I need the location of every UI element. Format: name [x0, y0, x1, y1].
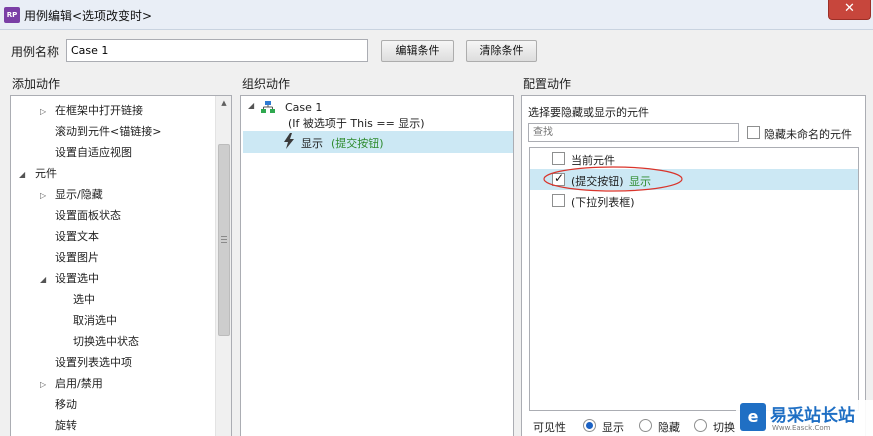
- close-button[interactable]: ✕: [828, 0, 871, 20]
- watermark-text: 易采站长站: [770, 406, 855, 426]
- add-action-item[interactable]: ▷ 启用/禁用: [11, 373, 214, 394]
- case-label[interactable]: Case 1: [285, 101, 322, 114]
- watermark-logo-icon: e: [740, 403, 766, 431]
- add-action-item-label: 取消选中: [73, 314, 117, 327]
- add-action-item[interactable]: 设置图片: [11, 247, 214, 268]
- add-action-item[interactable]: ◢ 设置选中: [11, 268, 214, 289]
- add-action-item[interactable]: ▷ 显示/隐藏: [11, 184, 214, 205]
- add-action-item-label: 设置列表选中项: [55, 356, 132, 369]
- add-action-item-label: 设置选中: [55, 272, 99, 285]
- element-list: 当前元件 ✓ (提交按钮) 显示 (下拉列表框): [529, 147, 859, 411]
- scroll-up-icon[interactable]: ▲: [216, 96, 231, 111]
- expand-arrow-icon[interactable]: ▷: [40, 185, 46, 206]
- add-action-item-label: 设置文本: [55, 230, 99, 243]
- app-icon: RP: [4, 7, 20, 23]
- add-action-panel: ▷ 在框架中打开链接滚动到元件<锚链接> 设置自适应视图 ◢ 元件 ▷ 显示/隐藏设置面板状…: [10, 95, 232, 436]
- visibility-toggle-label: 切换: [713, 421, 735, 434]
- add-action-item[interactable]: 设置文本: [11, 226, 214, 247]
- collapse-arrow-icon[interactable]: ◢: [40, 269, 46, 290]
- window-title: 用例编辑<选项改变时>: [24, 9, 153, 23]
- element-checkbox[interactable]: [552, 194, 565, 207]
- add-action-item-label: 滚动到元件<锚链接>: [55, 125, 162, 138]
- title-bar: RP 用例编辑<选项改变时> ✕: [0, 0, 873, 30]
- add-action-item-label: 移动: [55, 398, 77, 411]
- add-action-header: 添加动作: [12, 77, 61, 91]
- add-action-item[interactable]: 取消选中: [11, 310, 214, 331]
- organize-action-panel: ◢ Case 1 (If 被选项于 This == 显示) 显示 (提交按钮): [240, 95, 514, 436]
- configure-action-header: 配置动作: [523, 77, 572, 91]
- grip-line: [221, 242, 227, 243]
- add-action-item[interactable]: 选中: [11, 289, 214, 310]
- edit-condition-button[interactable]: 编辑条件: [381, 40, 454, 62]
- case-condition: (If 被选项于 This == 显示): [288, 117, 425, 130]
- action-verb: 显示: [301, 137, 323, 150]
- expand-arrow-icon[interactable]: ▷: [40, 374, 46, 395]
- visibility-hide-label: 隐藏: [658, 421, 680, 434]
- case-name-input[interactable]: [66, 39, 368, 62]
- add-action-scrollbar[interactable]: ▲: [215, 96, 231, 436]
- grip-line: [221, 236, 227, 237]
- hide-unnamed-checkbox[interactable]: [747, 126, 760, 139]
- add-action-item[interactable]: 设置列表选中项: [11, 352, 214, 373]
- watermark: e 易采站长站 Www.Easck.Com: [736, 400, 873, 436]
- add-action-item[interactable]: ▷ 在框架中打开链接: [11, 100, 214, 121]
- add-action-item-label: 选中: [73, 293, 95, 306]
- scroll-thumb[interactable]: [218, 144, 230, 336]
- visibility-show-label: 显示: [602, 421, 624, 434]
- configure-prompt: 选择要隐藏或显示的元件: [528, 106, 649, 119]
- add-action-item[interactable]: 设置自适应视图: [11, 142, 214, 163]
- action-row[interactable]: 显示 (提交按钮): [243, 131, 513, 153]
- add-action-item[interactable]: 移动: [11, 394, 214, 415]
- add-action-item-label: 切换选中状态: [73, 335, 139, 348]
- expand-arrow-icon[interactable]: ▷: [40, 101, 46, 122]
- visibility-toggle-radio[interactable]: [694, 419, 707, 432]
- lightning-icon: [283, 133, 295, 152]
- add-action-item[interactable]: 旋转: [11, 415, 214, 436]
- add-action-item[interactable]: 切换选中状态: [11, 331, 214, 352]
- add-action-item-label: 元件: [35, 167, 57, 180]
- visibility-hide-radio[interactable]: [639, 419, 652, 432]
- add-action-item[interactable]: 设置面板状态: [11, 205, 214, 226]
- hide-unnamed-label: 隐藏未命名的元件: [764, 128, 852, 141]
- grip-line: [221, 239, 227, 240]
- element-label: (下拉列表框): [571, 196, 635, 209]
- action-target: (提交按钮): [331, 137, 384, 150]
- watermark-subtext: Www.Easck.Com: [772, 424, 831, 432]
- add-action-item[interactable]: 滚动到元件<锚链接>: [11, 121, 214, 142]
- radio-dot: [586, 422, 593, 429]
- organize-action-header: 组织动作: [242, 77, 291, 91]
- case-icon: [261, 101, 275, 113]
- configure-action-panel: 选择要隐藏或显示的元件 隐藏未命名的元件 当前元件 ✓ (提交按钮) 显示 (下…: [521, 95, 866, 436]
- add-action-item-label: 显示/隐藏: [55, 188, 103, 201]
- clear-condition-button[interactable]: 清除条件: [466, 40, 537, 62]
- add-action-item-label: 设置图片: [55, 251, 99, 264]
- add-action-item[interactable]: ◢ 元件: [11, 163, 214, 184]
- annotation-ellipse: [543, 166, 683, 192]
- visibility-label: 可见性: [533, 421, 566, 434]
- case-name-label: 用例名称: [11, 45, 60, 59]
- visibility-show-radio[interactable]: [583, 419, 596, 432]
- add-action-item-label: 启用/禁用: [55, 377, 103, 390]
- add-action-item-label: 旋转: [55, 419, 77, 432]
- add-action-item-label: 设置自适应视图: [55, 146, 132, 159]
- collapse-arrow-icon[interactable]: ◢: [19, 164, 25, 185]
- add-action-item-label: 设置面板状态: [55, 209, 121, 222]
- add-action-item-label: 在框架中打开链接: [55, 104, 143, 117]
- element-search-input[interactable]: [528, 123, 739, 142]
- expand-arrow-icon[interactable]: ◢: [248, 101, 254, 110]
